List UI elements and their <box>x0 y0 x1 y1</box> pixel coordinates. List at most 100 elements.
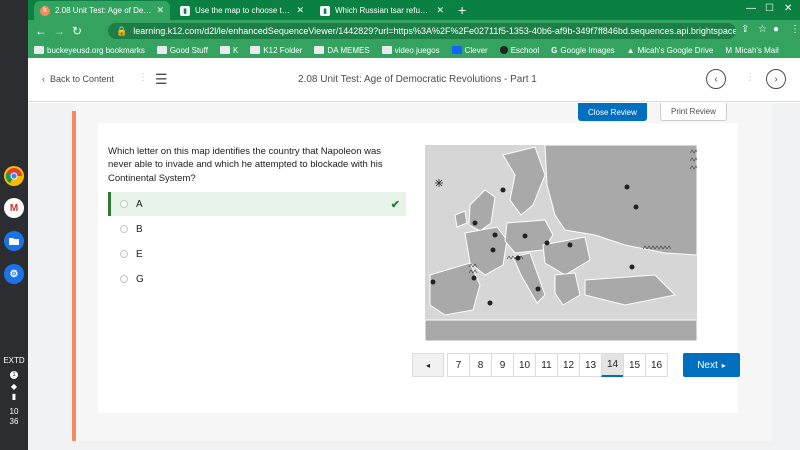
minimize-icon[interactable]: — <box>746 3 756 14</box>
extension-icon[interactable]: ● <box>773 24 779 35</box>
maximize-icon[interactable]: ☐ <box>765 3 774 14</box>
quiz-card: Close Review Print Review Which letter o… <box>76 103 772 441</box>
chevron-left-icon: ‹ <box>42 74 45 84</box>
choice-e[interactable]: E <box>108 242 406 266</box>
previous-page-button[interactable]: ◂ <box>412 353 444 377</box>
bookmark-label: Micah's Mail <box>735 45 779 55</box>
radio-button[interactable] <box>120 225 128 233</box>
tab-brainly-2[interactable]: ▮ Which Russian tsar refused to stop tra… <box>314 1 450 20</box>
previous-topic-button[interactable]: ‹ <box>706 69 726 89</box>
bookmark-da-memes[interactable]: DA MEMES <box>314 45 370 55</box>
bookmarks-bar: buckeyeusd.org bookmarks Good Stuff K K1… <box>28 42 800 58</box>
choice-label: G <box>136 273 144 285</box>
bookmark-clever[interactable]: Clever <box>451 46 488 55</box>
folder-icon <box>156 46 167 54</box>
page-12-button[interactable]: 12 <box>557 353 580 377</box>
close-tab-icon[interactable]: ✕ <box>296 5 304 16</box>
drive-icon: ▲ <box>626 45 635 55</box>
back-arrow-icon[interactable]: ← <box>32 24 50 38</box>
divider: ⋮ <box>745 72 755 83</box>
bookmark-mail[interactable]: M Micah's Mail <box>725 46 778 55</box>
eschool-icon <box>499 46 508 54</box>
tab-k12[interactable]: k 2.08 Unit Test: Age of Democratic Revo… <box>34 1 170 20</box>
page-16-button[interactable]: 16 <box>645 353 668 377</box>
next-button[interactable]: Next ▸ <box>683 353 740 377</box>
close-review-button[interactable]: Close Review <box>578 103 647 121</box>
chrome-app-icon[interactable] <box>4 166 24 186</box>
back-to-content-link[interactable]: ‹ Back to Content <box>42 74 114 84</box>
bookmark-good-stuff[interactable]: Good Stuff <box>156 46 208 55</box>
page-7-button[interactable]: 7 <box>447 353 470 377</box>
gmail-app-icon[interactable]: M <box>4 198 24 218</box>
google-icon: G <box>551 45 558 55</box>
page-title: 2.08 Unit Test: Age of Democratic Revolu… <box>298 74 537 85</box>
kebab-menu-icon[interactable]: ⋮ <box>790 24 800 35</box>
page-8-button[interactable]: 8 <box>469 353 492 377</box>
main-content: Close Review Print Review Which letter o… <box>28 103 800 450</box>
os-shelf: M ⚙ EXTD 1 ◆ ▮ 10 36 <box>0 0 28 450</box>
folder-icon <box>250 46 261 54</box>
brainly-icon: ▮ <box>320 5 330 16</box>
folder-icon <box>219 46 230 54</box>
clever-icon <box>451 46 462 54</box>
print-review-button[interactable]: Print Review <box>660 103 727 121</box>
close-tab-icon[interactable]: ✕ <box>436 5 444 16</box>
gmail-icon: M <box>725 45 733 55</box>
bookmark-label: Micah's Google Drive <box>637 45 714 55</box>
bookmark-label: K <box>232 45 239 55</box>
question-pager: ◂ 7 8 9 10 11 12 13 14 15 16 Next ▸ <box>412 353 740 379</box>
page-11-button[interactable]: 11 <box>535 353 558 377</box>
share-icon[interactable]: ⇪ <box>741 24 749 35</box>
new-tab-button[interactable]: + <box>458 2 466 18</box>
clock-hour: 10 <box>9 406 19 416</box>
choice-b[interactable]: B <box>108 217 406 241</box>
bookmark-label: Google Images <box>560 45 615 55</box>
page-14-button[interactable]: 14 <box>601 353 624 377</box>
tab-title: Use the map to choose the correct answer <box>195 6 291 15</box>
clock-minute: 36 <box>9 416 19 426</box>
page-15-button[interactable]: 15 <box>623 353 646 377</box>
bookmark-k12-folder[interactable]: K12 Folder <box>250 46 302 55</box>
bookmark-video-juegos[interactable]: video juegos <box>381 45 440 55</box>
browser-toolbar: ← → ↻ 🔒 learning.k12.com/d2l/le/enhanced… <box>28 20 800 42</box>
page-10-button[interactable]: 10 <box>513 353 536 377</box>
settings-app-icon[interactable]: ⚙ <box>4 264 24 284</box>
address-bar[interactable]: 🔒 learning.k12.com/d2l/le/enhancedSequen… <box>108 23 736 39</box>
choice-g[interactable]: G <box>108 267 406 291</box>
bookmark-k[interactable]: K <box>219 45 239 55</box>
notification-badge: 1 <box>10 371 18 380</box>
close-tab-icon[interactable]: ✕ <box>156 5 164 16</box>
page-9-button[interactable]: 9 <box>491 353 514 377</box>
status-area[interactable]: EXTD 1 ◆ ▮ 10 36 <box>0 356 28 427</box>
bookmark-buckeyeusd[interactable]: buckeyeusd.org bookmarks <box>34 46 145 55</box>
reload-icon[interactable]: ↻ <box>68 24 86 38</box>
radio-button[interactable] <box>120 275 128 283</box>
page-13-button[interactable]: 13 <box>579 353 602 377</box>
close-review-label: Close Review <box>588 107 637 117</box>
radio-button[interactable] <box>120 200 128 208</box>
bookmark-eschool[interactable]: Eschool <box>499 46 539 55</box>
bookmark-google-images[interactable]: G Google Images <box>551 46 615 55</box>
compass-rose-icon <box>435 179 443 187</box>
folder-icon <box>34 46 44 54</box>
battery-icon: ▮ <box>11 392 17 402</box>
bookmark-label: video juegos <box>394 45 440 55</box>
choice-a[interactable]: A ✔ <box>108 192 406 216</box>
folder-icon <box>314 46 325 54</box>
files-app-icon[interactable] <box>4 231 24 251</box>
next-topic-button[interactable]: › <box>766 69 786 89</box>
forward-arrow-icon[interactable]: → <box>50 24 68 38</box>
bookmark-label: DA MEMES <box>327 45 370 55</box>
hamburger-menu-icon[interactable]: ☰ <box>155 71 168 88</box>
bookmark-google-drive[interactable]: ▲ Micah's Google Drive <box>627 46 714 55</box>
folder-icon <box>381 46 392 54</box>
tab-brainly-1[interactable]: ▮ Use the map to choose the correct answ… <box>174 1 310 20</box>
radio-button[interactable] <box>120 250 128 258</box>
bookmark-star-icon[interactable]: ☆ <box>758 24 767 35</box>
prev-arrow-icon: ◂ <box>425 360 430 370</box>
close-window-icon[interactable]: ✕ <box>784 3 792 14</box>
print-review-label: Print Review <box>671 107 716 116</box>
choice-label: E <box>136 248 143 260</box>
back-label: Back to Content <box>50 74 115 84</box>
tab-title: Which Russian tsar refused to stop tradi… <box>335 6 432 15</box>
